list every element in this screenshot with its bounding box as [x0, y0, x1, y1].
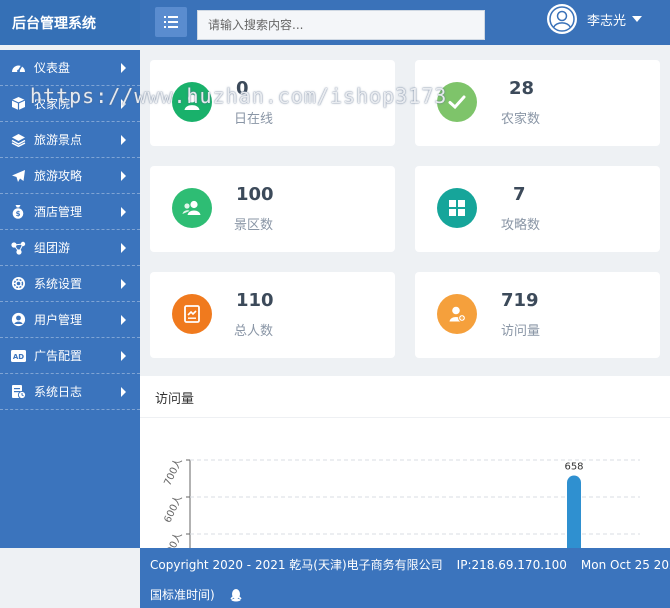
chevron-right-icon [121, 135, 126, 145]
sidebar-item-ad-config[interactable]: AD 广告配置 [0, 338, 140, 374]
footer-second-line: 国标准时间) [150, 586, 243, 603]
sidebar-item-dashboard[interactable]: 仪表盘 [0, 50, 140, 86]
chevron-right-icon [121, 351, 126, 361]
stat-card-total-people: 110 总人数 [150, 272, 395, 358]
chevron-right-icon [121, 243, 126, 253]
y-tick-label: 600人 [162, 493, 185, 524]
stat-label: 攻略数 [501, 218, 541, 233]
gear-icon [10, 276, 26, 292]
main-content: 0 日在线 28 农家数 100 景区数 7 攻略数 110 总人数 719 访… [140, 50, 670, 548]
stat-value: 0 [236, 78, 249, 99]
brand-title: 后台管理系统 [0, 0, 140, 45]
chevron-right-icon [121, 315, 126, 325]
sidebar-item-system-settings[interactable]: 系统设置 [0, 266, 140, 302]
footer-info-line: Copyright 2020 - 2021 乾马(天津)电子商务有限公司 IP:2… [150, 556, 670, 573]
avatar [547, 4, 577, 34]
sidebar-item-hotel-management[interactable]: $ 酒店管理 [0, 194, 140, 230]
stat-label: 访问量 [501, 324, 541, 339]
visits-bar-chart: 700人 600人 500人 658 [162, 456, 640, 548]
stat-card-daily-online: 0 日在线 [150, 60, 395, 146]
stat-label: 农家数 [501, 112, 541, 127]
dashboard-icon [10, 60, 26, 76]
menu-toggle-button[interactable] [155, 7, 187, 37]
chevron-right-icon [121, 207, 126, 217]
sidebar-item-group-tours[interactable]: 组团游 [0, 230, 140, 266]
sidebar-item-farmhouse[interactable]: 农家院 [0, 86, 140, 122]
bar [567, 475, 581, 548]
user-icon [172, 82, 212, 122]
sidebar-item-label: 系统设置 [34, 277, 83, 291]
sidebar-item-label: 组团游 [34, 241, 71, 255]
visits-chart-panel: 访问量 700人 600人 500人 658 [140, 376, 670, 548]
stat-value: 100 [236, 184, 274, 205]
sidebar-item-scenic-spots[interactable]: 旅游景点 [0, 122, 140, 158]
notebook-icon [172, 294, 212, 334]
log-clock-icon [10, 384, 26, 400]
stat-value: 7 [513, 184, 526, 205]
stat-label: 日在线 [234, 112, 274, 127]
chevron-right-icon [121, 279, 126, 289]
sidebar-item-label: 系统日志 [34, 385, 83, 399]
users-icon [172, 188, 212, 228]
user-name: 李志光 [587, 13, 627, 29]
sidebar-item-travel-guides[interactable]: 旅游攻略 [0, 158, 140, 194]
grid-icon [437, 188, 477, 228]
y-tick-label: 700人 [162, 456, 185, 487]
stat-card-guides: 7 攻略数 [415, 166, 660, 252]
sidebar-item-label: 旅游攻略 [34, 169, 83, 183]
chevron-right-icon [121, 63, 126, 73]
stat-card-scenic-spots: 100 景区数 [150, 166, 395, 252]
stat-value: 28 [509, 78, 535, 99]
qq-penguin-icon[interactable] [229, 588, 243, 602]
svg-text:AD: AD [12, 353, 23, 361]
sidebar-item-label: 农家院 [34, 97, 71, 111]
footer-ip: IP:218.69.170.100 [456, 558, 567, 572]
footer: Copyright 2020 - 2021 乾马(天津)电子商务有限公司 IP:2… [140, 548, 670, 608]
user-menu[interactable]: 李志光 [547, 4, 643, 34]
ad-icon: AD [10, 348, 26, 364]
money-bag-icon: $ [10, 204, 26, 220]
chevron-down-icon [632, 16, 643, 22]
check-icon [437, 82, 477, 122]
stat-value: 110 [236, 290, 274, 311]
user-circle-icon [10, 312, 26, 328]
sidebar-item-label: 旅游景点 [34, 133, 83, 147]
user-avatar-icon [549, 6, 575, 32]
list-icon [164, 16, 178, 28]
sidebar-item-label: 用户管理 [34, 313, 83, 327]
sidebar: 仪表盘 农家院 旅游景点 旅游攻略 $ 酒店管理 组团游 系统设置 用户管理 A… [0, 50, 140, 548]
sidebar-item-user-management[interactable]: 用户管理 [0, 302, 140, 338]
chevron-right-icon [121, 171, 126, 181]
stat-label: 总人数 [234, 324, 274, 339]
footer-copyright: Copyright 2020 - 2021 乾马(天津)电子商务有限公司 [150, 558, 443, 572]
search-input[interactable] [197, 10, 485, 40]
top-bar: 后台管理系统 李志光 [0, 0, 670, 45]
sidebar-item-label: 广告配置 [34, 349, 83, 363]
sidebar-item-label: 仪表盘 [34, 61, 71, 75]
paper-plane-icon [10, 168, 26, 184]
svg-text:$: $ [16, 210, 21, 218]
footer-datetime: Mon Oct 25 2021 1 [580, 558, 670, 572]
stat-card-farmhouses: 28 农家数 [415, 60, 660, 146]
sidebar-item-system-logs[interactable]: 系统日志 [0, 374, 140, 410]
user-plus-icon [437, 294, 477, 334]
chevron-right-icon [121, 99, 126, 109]
bar-data-label: 658 [564, 462, 583, 473]
stat-label: 景区数 [234, 218, 274, 233]
layers-icon [10, 132, 26, 148]
share-nodes-icon [10, 240, 26, 256]
y-tick-label: 500人 [162, 530, 185, 548]
chevron-right-icon [121, 387, 126, 397]
footer-timezone: 国标准时间) [150, 588, 215, 602]
stat-card-visits: 719 访问量 [415, 272, 660, 358]
stat-value: 719 [501, 290, 539, 311]
sidebar-item-label: 酒店管理 [34, 205, 83, 219]
cube-icon [10, 96, 26, 112]
